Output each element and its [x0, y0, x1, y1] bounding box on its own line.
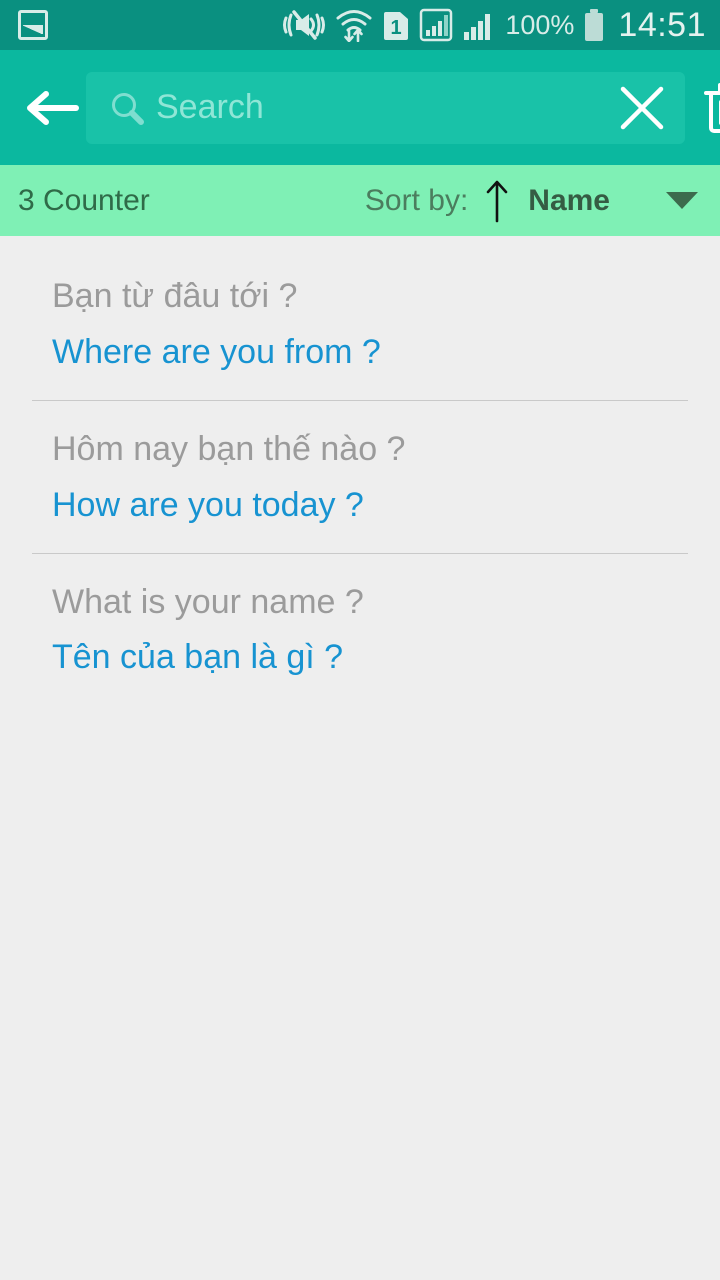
list-divider — [32, 399, 688, 401]
list-item-source-text: What is your name ? — [52, 582, 364, 621]
sort-by-label: Sort by: — [364, 183, 469, 217]
sim-1-icon: 1 — [382, 8, 410, 42]
sort-value-label[interactable]: Name — [528, 184, 610, 218]
battery-full-icon — [583, 8, 605, 42]
sort-control-group[interactable]: Sort by: Name — [365, 179, 698, 223]
back-arrow-icon[interactable] — [22, 78, 82, 138]
chevron-down-icon[interactable] — [666, 192, 698, 209]
list-item[interactable]: Hôm nay bạn thế nào ? How are you today … — [0, 409, 720, 545]
status-bar: 1 100% 14:51 — [0, 0, 720, 50]
search-input[interactable] — [150, 88, 599, 127]
battery-percent-label: 100% — [505, 9, 575, 40]
list-item-source-text: Bạn từ đâu tới ? — [52, 277, 298, 315]
clock-label: 14:51 — [618, 6, 706, 44]
list-item-target-text: Where are you from ? — [52, 332, 381, 371]
action-bar — [0, 50, 720, 165]
trash-icon[interactable] — [689, 72, 720, 144]
close-x-icon[interactable] — [599, 72, 685, 144]
list-item[interactable]: Bạn từ đâu tới ? Where are you from ? — [0, 256, 720, 392]
counter-label: 3 Counter — [18, 183, 150, 217]
sort-bar: 3 Counter Sort by: Name — [0, 165, 720, 236]
arrow-up-icon[interactable] — [482, 179, 512, 223]
wifi-transfer-icon — [335, 8, 373, 42]
list-item[interactable]: What is your name ? Tên của bạn là gì ? — [0, 562, 720, 698]
phrase-list: Bạn từ đâu tới ? Where are you from ? Hô… — [0, 236, 720, 698]
signal-bars-boxed-icon — [419, 8, 453, 42]
gallery-icon — [18, 10, 48, 40]
status-bar-left — [18, 10, 48, 40]
list-item-target-text: Tên của bạn là gì ? — [52, 638, 344, 677]
list-item-source-text: Hôm nay bạn thế nào ? — [52, 429, 406, 468]
status-bar-right: 1 100% 14:51 — [282, 8, 706, 42]
list-divider — [32, 552, 688, 554]
search-icon — [108, 89, 150, 127]
svg-text:1: 1 — [391, 17, 402, 39]
mute-vibrate-icon — [282, 8, 326, 42]
signal-bars-icon — [462, 8, 496, 42]
search-field[interactable] — [86, 71, 685, 144]
list-item-target-text: How are you today ? — [52, 485, 364, 524]
